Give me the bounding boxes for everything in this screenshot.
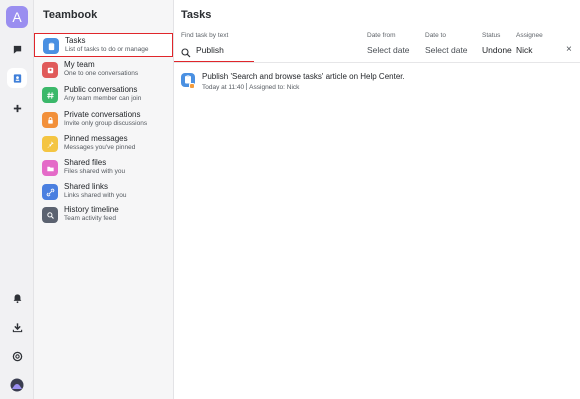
- sidebar-item-label: Private conversations: [64, 110, 141, 119]
- search-label: Find task by text: [181, 32, 229, 39]
- help-icon[interactable]: [7, 346, 27, 366]
- date-from-label: Date from: [367, 32, 396, 39]
- sidebar-item-sublabel: Links shared with you: [64, 192, 127, 199]
- sidebar-item-private-conversations[interactable]: Private conversations Invite only group …: [34, 108, 174, 132]
- workspace-avatar[interactable]: A: [6, 6, 28, 28]
- link-icon: [42, 184, 58, 200]
- task-assigned: Assigned to: Nick: [249, 84, 300, 91]
- teambook-sidebar: Teambook Tasks List of tasks to do or ma…: [34, 0, 174, 399]
- task-row[interactable]: Publish 'Search and browse tasks' articl…: [181, 71, 571, 95]
- sidebar-item-shared-files[interactable]: Shared files Files shared with you: [34, 156, 174, 180]
- task-meta: Today at 11:40 Assigned to: Nick: [202, 83, 299, 91]
- sidebar-item-pinned-messages[interactable]: Pinned messages Messages you've pinned: [34, 132, 174, 156]
- date-to-field[interactable]: Select date: [425, 45, 468, 55]
- tasks-panel: Tasks Find task by text Publish Date fro…: [174, 0, 580, 399]
- task-time: Today at 11:40: [202, 84, 245, 91]
- sidebar-item-public-conversations[interactable]: Public conversations Any team member can…: [34, 83, 174, 107]
- search-input[interactable]: Publish: [196, 45, 224, 55]
- meta-separator: [246, 83, 248, 90]
- sidebar-item-label: Shared files: [64, 158, 107, 167]
- sidebar-item-label: My team: [64, 60, 95, 69]
- sidebar-item-label: Pinned messages: [64, 134, 128, 143]
- sidebar-item-sublabel: List of tasks to do or manage: [65, 46, 149, 53]
- clipboard-icon: [43, 38, 59, 54]
- sidebar-item-label: Public conversations: [64, 85, 138, 94]
- date-to-label: Date to: [425, 32, 446, 39]
- sidebar-item-sublabel: Files shared with you: [64, 168, 126, 175]
- task-title[interactable]: Publish 'Search and browse tasks' articl…: [202, 72, 405, 81]
- app-rail: A: [0, 0, 34, 399]
- sidebar-item-label: History timeline: [64, 205, 119, 214]
- teambook-icon[interactable]: [7, 68, 27, 88]
- status-label: Status: [482, 32, 501, 39]
- sidebar-item-label: Tasks: [65, 36, 86, 45]
- assignee-select[interactable]: Nick: [516, 45, 533, 55]
- bell-icon[interactable]: [7, 288, 27, 308]
- user-avatar-icon[interactable]: [7, 375, 27, 395]
- date-from-field[interactable]: Select date: [367, 45, 410, 55]
- assignee-label: Assignee: [516, 32, 543, 39]
- sidebar-item-sublabel: Messages you've pinned: [64, 144, 136, 151]
- page-title: Tasks: [181, 9, 212, 21]
- chat-icon[interactable]: [7, 39, 27, 59]
- divider: [174, 62, 580, 63]
- assignee-badge-icon: [189, 83, 195, 89]
- pin-icon: [42, 136, 58, 152]
- folder-icon: [42, 160, 58, 176]
- sidebar-item-shared-links[interactable]: Shared links Links shared with you: [34, 180, 174, 204]
- hash-icon: [42, 87, 58, 103]
- clear-filters-button[interactable]: ×: [566, 44, 572, 55]
- plus-icon[interactable]: [7, 98, 27, 118]
- search-history-icon: [42, 207, 58, 223]
- sidebar-title: Teambook: [43, 9, 98, 21]
- sidebar-item-sublabel: One to one conversations: [64, 70, 139, 77]
- sidebar-item-history-timeline[interactable]: History timeline Team activity feed: [34, 203, 174, 227]
- sidebar-item-sublabel: Team activity feed: [64, 215, 117, 222]
- sidebar-item-sublabel: Invite only group discussions: [64, 120, 148, 127]
- download-icon[interactable]: [7, 317, 27, 337]
- sidebar-item-label: Shared links: [64, 182, 109, 191]
- sidebar-item-sublabel: Any team member can join: [64, 95, 142, 102]
- team-icon: [42, 62, 58, 78]
- sidebar-item-tasks[interactable]: Tasks List of tasks to do or manage: [34, 33, 173, 57]
- status-select[interactable]: Undone: [482, 45, 512, 55]
- sidebar-item-my-team[interactable]: My team One to one conversations: [34, 58, 174, 82]
- lock-icon: [42, 112, 58, 128]
